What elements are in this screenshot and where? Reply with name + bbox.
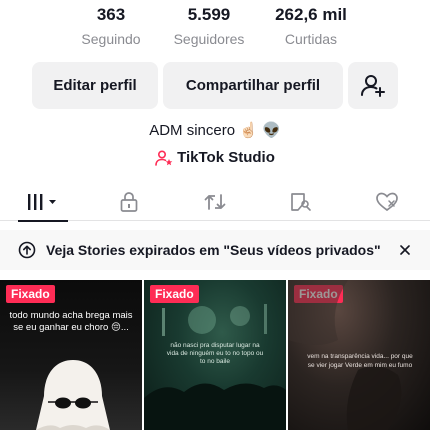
close-icon[interactable] [398, 243, 412, 257]
video-tile[interactable]: Fixado não nasci pra disputar lugar na v… [144, 280, 286, 430]
tagged-icon [291, 193, 311, 211]
likes-count: 262,6 mil [275, 5, 347, 24]
following-label: Seguindo [81, 31, 141, 47]
followers-count: 5.599 [187, 5, 231, 24]
video-caption: todo mundo acha brega mais se eu ganhar … [9, 310, 133, 333]
video-tile[interactable]: Fixado vem na transparência vida... por … [288, 280, 430, 430]
video-caption: não nasci pra disputar lugar na vida de … [166, 342, 264, 365]
repost-icon [204, 194, 226, 210]
stat-following[interactable]: 363 Seguindo [71, 4, 151, 49]
tab-videos[interactable] [0, 183, 86, 222]
stat-likes[interactable]: 262,6 mil Curtidas [263, 4, 359, 49]
upload-circle-icon [18, 241, 36, 259]
videos-grid-icon [28, 194, 56, 210]
profile-tabs [0, 183, 430, 222]
profile-actions: Editar perfil Compartilhar perfil [32, 62, 398, 109]
tab-reposts[interactable] [172, 183, 258, 221]
tab-liked[interactable] [344, 183, 430, 221]
add-friend-button[interactable] [348, 62, 398, 109]
add-user-icon [361, 74, 385, 97]
ghost-thumbnail [36, 360, 110, 430]
studio-person-icon [155, 149, 173, 166]
tab-private[interactable] [86, 183, 172, 221]
video-caption: vem na transparência vida... por que se … [307, 353, 413, 369]
following-count: 363 [96, 5, 126, 24]
followers-label: Seguidores [173, 31, 245, 47]
tiktok-studio-link[interactable]: TikTok Studio [0, 149, 430, 166]
liked-icon [376, 192, 398, 212]
tab-tagged[interactable] [258, 183, 344, 221]
video-tile[interactable]: Fixado todo mundo acha brega mais se eu … [0, 280, 142, 430]
likes-label: Curtidas [284, 31, 338, 47]
stories-banner[interactable]: Veja Stories expirados em "Seus vídeos p… [0, 230, 430, 270]
profile-bio: ADM sincero ☝🏻 👽 [149, 122, 281, 139]
stat-followers[interactable]: 5.599 Seguidores [161, 4, 257, 49]
banner-text: Veja Stories expirados em "Seus vídeos p… [46, 242, 381, 258]
pinned-badge: Fixado [6, 285, 55, 303]
video-grid: Fixado todo mundo acha brega mais se eu … [0, 280, 430, 430]
edit-profile-button[interactable]: Editar perfil [32, 62, 158, 109]
tiktok-studio-label: TikTok Studio [177, 149, 275, 166]
profile-stats: 363 Seguindo 5.599 Seguidores 262,6 mil … [0, 4, 430, 49]
lock-icon [120, 192, 138, 212]
share-profile-button[interactable]: Compartilhar perfil [163, 62, 343, 109]
